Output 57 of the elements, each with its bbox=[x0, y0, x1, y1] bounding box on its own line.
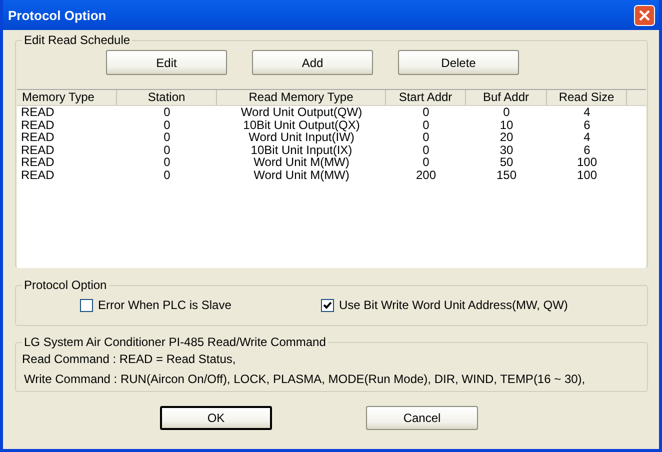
table-cell: Word Unit M(MW) bbox=[254, 168, 350, 182]
table-cell: 0 bbox=[164, 142, 170, 157]
column-header[interactable]: Station bbox=[117, 90, 217, 105]
column-header[interactable]: Memory Type bbox=[17, 90, 117, 105]
close-button[interactable] bbox=[634, 4, 655, 26]
table-cell: 0 bbox=[422, 118, 430, 132]
table-cell: 150 bbox=[496, 168, 517, 182]
table-cell: 4 bbox=[584, 105, 590, 119]
table-cell: 100 bbox=[576, 155, 598, 170]
toolbar-button[interactable]: Edit bbox=[106, 50, 227, 75]
toolbar-button[interactable]: Add bbox=[252, 50, 373, 75]
table-cell: 0 bbox=[422, 130, 430, 144]
table-cell: Word Unit Output(QW) bbox=[240, 105, 362, 119]
command-text: Write Command : RUN(Aircon On/Off), LOCK, PLASMA, MODE(Run Mode), DIR, WIND, TEMP(16 ~ 30), bbox=[24, 372, 586, 386]
command-text: Read Command : READ = Read Status, bbox=[22, 352, 236, 366]
group-title: Protocol Option bbox=[23, 278, 108, 292]
window-title: Protocol Option bbox=[8, 8, 106, 22]
column-header[interactable]: Read Memory Type bbox=[217, 90, 386, 105]
option-checkbox[interactable]: Error When PLC is Slave bbox=[80, 298, 232, 312]
column-header[interactable]: Buf Addr bbox=[466, 90, 547, 105]
table-cell: READ bbox=[21, 118, 54, 132]
check-icon bbox=[323, 300, 332, 310]
table-cell: Word Unit Input(IW) bbox=[248, 130, 354, 144]
table-cell: READ bbox=[21, 142, 54, 157]
table-cell: 20 bbox=[500, 130, 514, 144]
option-checkbox[interactable]: Use Bit Write Word Unit Address(MW, QW) bbox=[321, 298, 568, 312]
table-cell: 0 bbox=[164, 105, 170, 119]
column-header[interactable]: Read Size bbox=[547, 90, 627, 105]
table-cell: 0 bbox=[164, 168, 170, 182]
table-cell: 0 bbox=[503, 105, 510, 119]
table-cell: 6 bbox=[584, 142, 590, 157]
table-cell: 10 bbox=[500, 118, 514, 132]
table-cell: 10Bit Unit Input(IX) bbox=[250, 142, 352, 157]
table-cell: 0 bbox=[422, 105, 430, 119]
toolbar-button[interactable]: Delete bbox=[398, 50, 519, 75]
table-cell: READ bbox=[21, 105, 54, 119]
table-cell: 10Bit Unit Output(QX) bbox=[243, 118, 360, 132]
group-title: LG System Air Conditioner PI-485 Read/Write Command bbox=[23, 335, 327, 349]
table-cell: 0 bbox=[164, 130, 170, 144]
table-cell: Word Unit M(MW) bbox=[254, 155, 350, 170]
table-cell: 100 bbox=[576, 168, 598, 182]
table-cell: 0 bbox=[422, 155, 430, 170]
table-cell: READ bbox=[21, 155, 54, 170]
column-header[interactable]: Start Addr bbox=[386, 90, 466, 105]
table-cell: READ bbox=[21, 168, 54, 182]
table-cell: 6 bbox=[584, 118, 590, 132]
table-cell: 0 bbox=[164, 155, 170, 170]
group-title: Edit Read Schedule bbox=[23, 33, 132, 47]
table-cell: 4 bbox=[584, 130, 590, 144]
table-cell: 200 bbox=[416, 168, 436, 182]
table-cell: 50 bbox=[500, 155, 514, 170]
dialog-button[interactable]: Cancel bbox=[366, 406, 478, 430]
table-cell: 0 bbox=[164, 118, 170, 132]
dialog-button[interactable]: OK bbox=[160, 406, 272, 430]
table-cell: 0 bbox=[422, 142, 430, 157]
table-cell: 30 bbox=[500, 142, 514, 157]
table-cell: READ bbox=[21, 130, 54, 144]
